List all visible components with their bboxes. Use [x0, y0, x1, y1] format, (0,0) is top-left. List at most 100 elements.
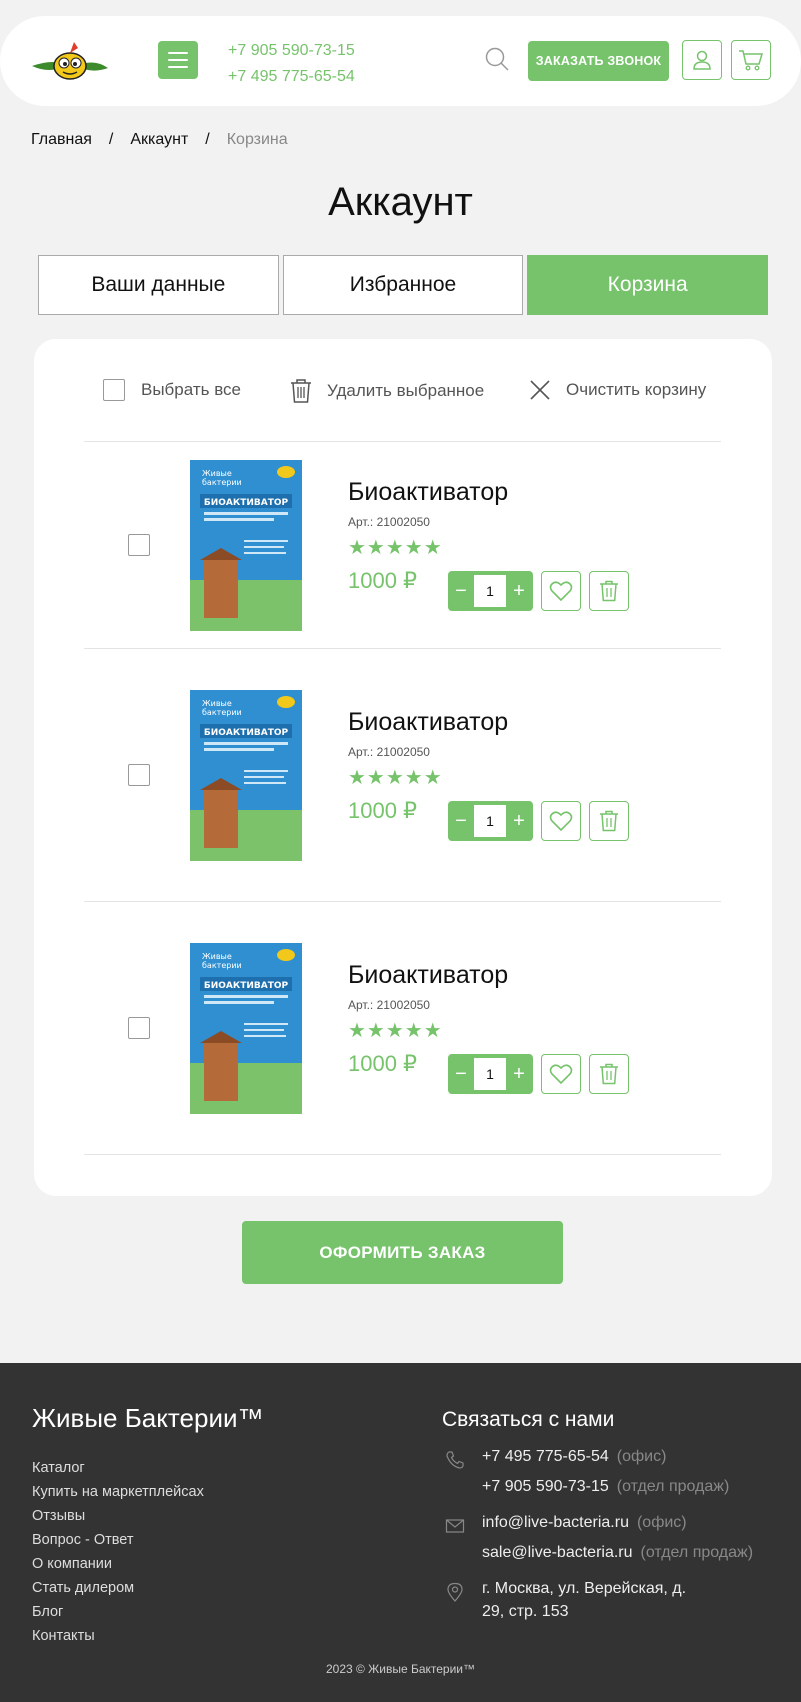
breadcrumb-separator: /: [108, 131, 114, 148]
search-icon[interactable]: [484, 46, 510, 72]
footer-address-line-1: г. Москва, ул. Верейская, д.: [482, 1580, 687, 1597]
item-checkbox[interactable]: [128, 764, 150, 786]
tab-cart[interactable]: Корзина: [527, 255, 769, 315]
header-phones: +7 905 590-73-15 +7 495 775-65-54: [228, 38, 355, 90]
favorite-button[interactable]: [541, 1054, 581, 1094]
cart-button[interactable]: [731, 40, 771, 80]
account-button[interactable]: [682, 40, 722, 80]
qty-input[interactable]: 1: [474, 805, 506, 837]
footer-brand: Живые Бактерии™: [32, 1403, 264, 1433]
qty-input[interactable]: 1: [474, 1058, 506, 1090]
quantity-stepper: − 1 +: [448, 801, 533, 841]
tab-your-data[interactable]: Ваши данные: [38, 255, 279, 315]
menu-button[interactable]: [158, 41, 198, 79]
footer-phone-1: +7 495 775-65-54: [482, 1448, 609, 1465]
svg-text:бактерии: бактерии: [202, 961, 242, 970]
trash-icon: [600, 580, 618, 602]
footer-link-contacts[interactable]: Контакты: [32, 1624, 204, 1648]
item-checkbox[interactable]: [128, 534, 150, 556]
order-call-button[interactable]: ЗАКАЗАТЬ ЗВОНОК: [528, 41, 669, 81]
product-name[interactable]: Биоактиватор: [348, 478, 508, 507]
rating-stars: ★★★★★: [348, 537, 443, 559]
trash-icon: [291, 379, 311, 403]
delete-item-button[interactable]: [589, 1054, 629, 1094]
breadcrumb-home[interactable]: Главная: [31, 131, 92, 149]
svg-text:БИОАКТИВАТОР: БИОАКТИВАТОР: [204, 981, 289, 991]
footer-link-marketplaces[interactable]: Купить на маркетплейсах: [32, 1480, 204, 1504]
qty-minus-button[interactable]: −: [448, 801, 474, 841]
select-all-checkbox[interactable]: [103, 379, 125, 401]
breadcrumb-account[interactable]: Аккаунт: [130, 131, 188, 149]
footer-contact-title: Связаться с нами: [442, 1408, 615, 1431]
heart-icon: [549, 1064, 573, 1085]
checkout-button[interactable]: ОФОРМИТЬ ЗАКАЗ: [242, 1221, 563, 1284]
product-name[interactable]: Биоактиватор: [348, 961, 508, 990]
qty-minus-button[interactable]: −: [448, 571, 474, 611]
header-phone[interactable]: +7 905 590-73-15: [228, 38, 355, 64]
delete-selected[interactable]: Удалить выбранное: [289, 378, 484, 404]
footer-links: Каталог Купить на маркетплейсах Отзывы В…: [32, 1456, 204, 1648]
product-price: 1000 ₽: [348, 1051, 418, 1076]
rating-stars: ★★★★★: [348, 767, 443, 789]
svg-text:бактерии: бактерии: [202, 478, 242, 487]
logo[interactable]: [30, 36, 110, 84]
user-icon: [693, 50, 711, 70]
footer-link-about[interactable]: О компании: [32, 1552, 204, 1576]
select-all[interactable]: Выбрать все: [103, 379, 241, 401]
divider: [84, 1154, 721, 1155]
header-phone[interactable]: +7 495 775-65-54: [228, 64, 355, 90]
cart-item: БИОАКТИВАТОР Живые бактерии Биоактиватор…: [34, 924, 772, 1124]
cart-item: БИОАКТИВАТОР Живые бактерии Биоактиватор…: [34, 441, 772, 641]
qty-minus-button[interactable]: −: [448, 1054, 474, 1094]
product-image[interactable]: БИОАКТИВАТОР Живые бактерии: [190, 943, 302, 1114]
product-sku: Арт.: 21002050: [348, 998, 430, 1012]
trash-icon: [600, 1063, 618, 1085]
svg-text:Живые: Живые: [202, 469, 232, 478]
product-image[interactable]: БИОАКТИВАТОР Живые бактерии: [190, 460, 302, 631]
product-name[interactable]: Биоактиватор: [348, 708, 508, 737]
footer-email-1-note: (офис): [636, 1514, 687, 1531]
product-price: 1000 ₽: [348, 798, 418, 823]
location-pin-icon: [447, 1582, 463, 1602]
product-image[interactable]: БИОАКТИВАТОР Живые бактерии: [190, 690, 302, 861]
favorite-button[interactable]: [541, 801, 581, 841]
quantity-stepper: − 1 +: [448, 1054, 533, 1094]
footer-link-dealer[interactable]: Стать дилером: [32, 1576, 204, 1600]
footer-phone-office[interactable]: +7 495 775-65-54 (офис): [482, 1448, 666, 1466]
select-all-label: Выбрать все: [141, 380, 241, 399]
svg-text:Живые: Живые: [202, 952, 232, 961]
cart-icon: [739, 50, 764, 71]
footer-link-faq[interactable]: Вопрос - Ответ: [32, 1528, 204, 1552]
item-checkbox[interactable]: [128, 1017, 150, 1039]
quantity-stepper: − 1 +: [448, 571, 533, 611]
tab-favorites[interactable]: Избранное: [282, 255, 524, 315]
qty-plus-button[interactable]: +: [506, 1054, 532, 1094]
cart-item: БИОАКТИВАТОР Живые бактерии Биоактиватор…: [34, 671, 772, 871]
qty-plus-button[interactable]: +: [506, 571, 532, 611]
footer-phone-2-note: (отдел продаж): [616, 1478, 730, 1495]
footer-link-catalog[interactable]: Каталог: [32, 1456, 204, 1480]
clear-cart-label: Очистить корзину: [566, 380, 707, 399]
footer-link-blog[interactable]: Блог: [32, 1600, 204, 1624]
footer-email-sales[interactable]: sale@live-bacteria.ru (отдел продаж): [482, 1544, 753, 1562]
clear-cart[interactable]: Очистить корзину: [528, 378, 706, 402]
qty-input[interactable]: 1: [474, 575, 506, 607]
footer-copyright: 2023 © Живые Бактерии™: [325, 1662, 476, 1676]
product-sku: Арт.: 21002050: [348, 745, 430, 759]
account-tabs: Ваши данные Избранное Корзина: [38, 255, 769, 315]
svg-text:Живые: Живые: [202, 699, 232, 708]
breadcrumb: Главная / Аккаунт / Корзина: [31, 131, 288, 149]
phone-icon: [446, 1451, 464, 1469]
footer-email-office[interactable]: info@live-bacteria.ru (офис): [482, 1514, 687, 1532]
footer-link-reviews[interactable]: Отзывы: [32, 1504, 204, 1528]
divider: [84, 648, 721, 649]
footer-phone-sales[interactable]: +7 905 590-73-15 (отдел продаж): [482, 1478, 729, 1496]
qty-plus-button[interactable]: +: [506, 801, 532, 841]
site-footer: Живые Бактерии™ Каталог Купить на маркет…: [0, 1363, 801, 1702]
delete-item-button[interactable]: [589, 571, 629, 611]
favorite-button[interactable]: [541, 571, 581, 611]
heart-icon: [549, 811, 573, 832]
divider: [84, 901, 721, 902]
delete-item-button[interactable]: [589, 801, 629, 841]
cart-panel: Выбрать все Удалить выбранное Очистить к…: [34, 339, 772, 1196]
